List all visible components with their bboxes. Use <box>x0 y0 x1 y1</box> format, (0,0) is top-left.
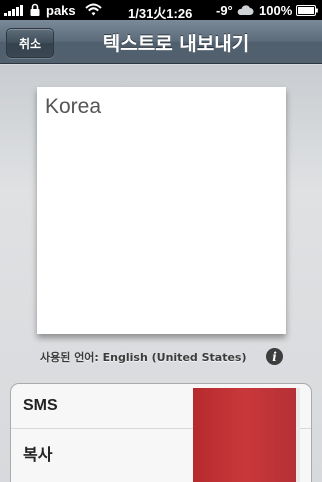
temperature: -9° <box>216 3 233 18</box>
page-title: 텍스트로 내보내기 <box>102 33 250 55</box>
recognized-text: Korea <box>45 95 102 118</box>
wifi-icon <box>85 3 102 16</box>
status-bar: paks 1/31火1:26 -9° 100% <box>0 0 322 21</box>
cancel-button[interactable]: 취소 <box>6 28 54 58</box>
cloud-icon <box>237 5 254 15</box>
lock-icon <box>30 3 40 16</box>
navigation-bar: 취소 텍스트로 내보내기 <box>0 20 322 64</box>
overlay-edge <box>296 388 300 482</box>
red-overlay-block <box>193 388 296 482</box>
signal-icon <box>4 5 26 16</box>
language-label: 사용된 언어: English (United States) <box>40 351 247 364</box>
battery-percent: 100% <box>259 3 293 18</box>
carrier-name: paks <box>46 3 76 18</box>
battery-icon <box>296 5 318 16</box>
text-preview-paper: Korea <box>37 87 286 334</box>
info-icon[interactable]: i <box>266 348 283 365</box>
